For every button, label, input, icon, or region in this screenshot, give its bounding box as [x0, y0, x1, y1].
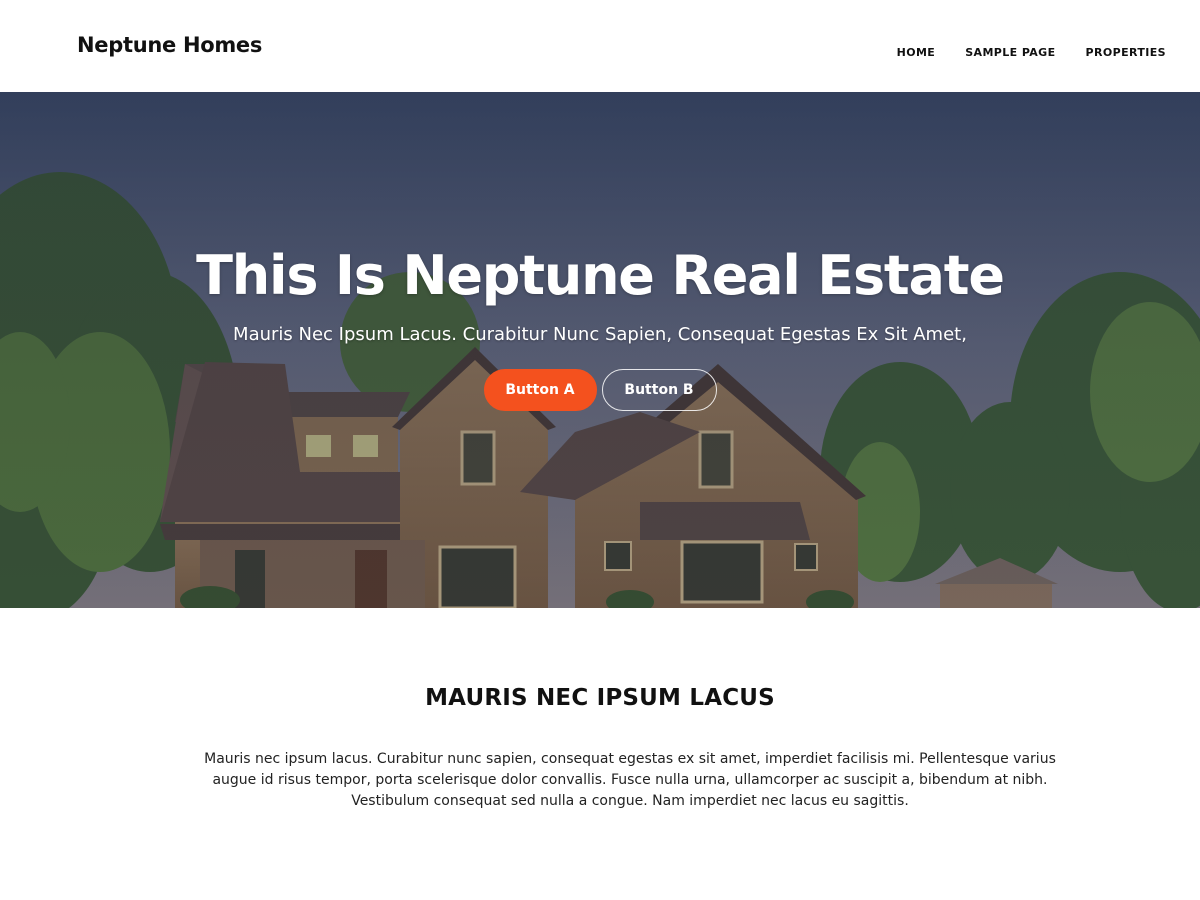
intro-section: MAURIS NEC IPSUM LACUS Mauris nec ipsum …: [0, 608, 1200, 900]
main-nav: HOME SAMPLE PAGE PROPERTIES: [867, 46, 1166, 59]
hero-subtitle: Mauris Nec Ipsum Lacus. Curabitur Nunc S…: [233, 324, 967, 345]
site-header: Neptune Homes HOME SAMPLE PAGE PROPERTIE…: [0, 0, 1200, 92]
nav-item-properties[interactable]: PROPERTIES: [1086, 46, 1166, 59]
hero-title: This Is Neptune Real Estate: [196, 244, 1005, 307]
section-body-text: Mauris nec ipsum lacus. Curabitur nunc s…: [204, 751, 1056, 809]
button-a[interactable]: Button A: [483, 369, 597, 411]
hero-banner: This Is Neptune Real Estate Mauris Nec I…: [0, 92, 1200, 608]
hero-content: This Is Neptune Real Estate Mauris Nec I…: [0, 92, 1200, 608]
button-b[interactable]: Button B: [601, 369, 717, 411]
nav-item-sample-page[interactable]: SAMPLE PAGE: [965, 46, 1055, 59]
section-heading: MAURIS NEC IPSUM LACUS: [425, 685, 775, 711]
site-title[interactable]: Neptune Homes: [77, 33, 262, 57]
nav-item-home[interactable]: HOME: [897, 46, 936, 59]
hero-buttons: Button A Button B: [0, 369, 1200, 411]
